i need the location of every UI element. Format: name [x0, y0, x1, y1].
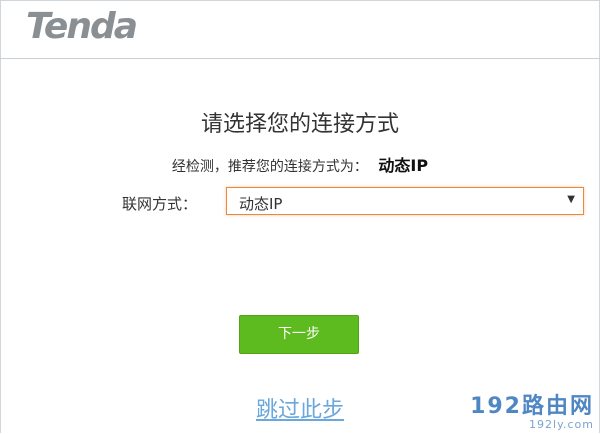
connection-type-select[interactable]: 动态IP ▼: [226, 187, 584, 215]
page-frame: [0, 0, 600, 433]
header: Tenda: [0, 0, 600, 59]
tenda-logo: Tenda: [26, 6, 138, 47]
detection-result: 动态IP: [378, 156, 429, 175]
watermark-main: 192路由网: [470, 394, 594, 419]
connection-type-value: 动态IP: [239, 195, 283, 213]
connection-type-label: 联网方式：: [122, 195, 198, 213]
watermark: 192路由网 192ly.com: [470, 388, 594, 431]
next-button[interactable]: 下一步: [239, 315, 359, 354]
detection-message: 经检测，推荐您的连接方式为： 动态IP: [0, 152, 600, 176]
page-title: 请选择您的连接方式: [200, 112, 399, 137]
caret-down-icon: ▼: [567, 194, 575, 205]
detection-text: 经检测，推荐您的连接方式为：: [171, 159, 368, 175]
